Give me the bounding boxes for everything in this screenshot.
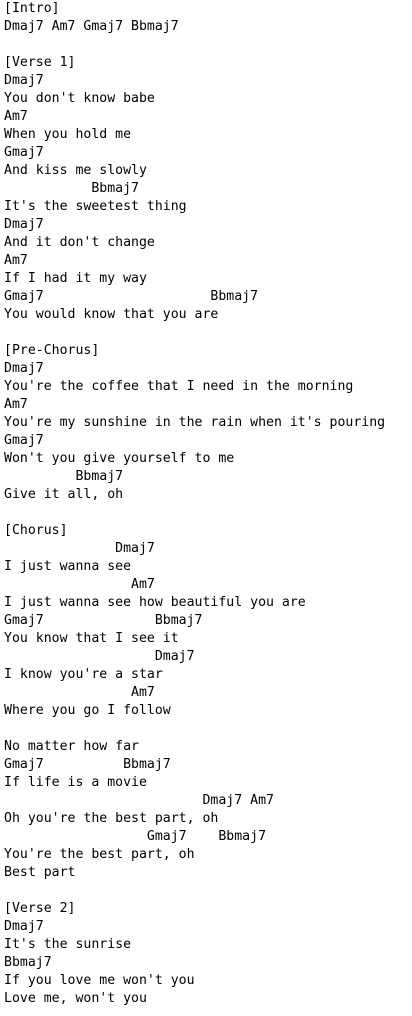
section-heading: [Chorus]: [4, 523, 68, 538]
chord-line: Gmaj7 Bbmaj7: [4, 289, 259, 304]
section-heading: [Verse 2]: [4, 901, 76, 916]
chord-line: Am7: [4, 577, 155, 592]
lyric-line: Won't you give yourself to me: [4, 451, 235, 466]
lyric-line: No matter how far: [4, 739, 139, 754]
chord-line: Am7: [4, 253, 28, 268]
lyric-line: I know you're a star: [4, 667, 163, 682]
lyric-line: You know that I see it: [4, 631, 179, 646]
lyric-line: I just wanna see how beautiful you are: [4, 595, 306, 610]
lyric-line: If I had it my way: [4, 271, 147, 286]
chord-sheet: [Intro] Dmaj7 Am7 Gmaj7 Bbmaj7 [Verse 1] Dm…: [4, 0, 412, 1008]
section-heading: [Pre-Chorus]: [4, 343, 100, 358]
lyric-line: Oh you're the best part, oh: [4, 811, 219, 826]
lyric-line: When you hold me: [4, 127, 132, 142]
chord-line: Am7: [4, 397, 28, 412]
lyric-line: You don't know babe: [4, 91, 155, 106]
chord-line: Gmaj7: [4, 145, 44, 160]
lyric-line: And it don't change: [4, 235, 155, 250]
lyric-line: Love me, won't you: [4, 991, 147, 1006]
chord-line: Dmaj7 Am7 Gmaj7 Bbmaj7: [4, 19, 179, 34]
lyric-line: And kiss me slowly: [4, 163, 147, 178]
chord-line: Am7: [4, 109, 28, 124]
section-heading: [Intro]: [4, 1, 60, 16]
chord-line: Dmaj7: [4, 919, 44, 934]
lyric-line: Where you go I follow: [4, 703, 171, 718]
section-heading: [Verse 1]: [4, 55, 76, 70]
chord-line: Bbmaj7: [4, 955, 52, 970]
lyric-line: You're the best part, oh: [4, 847, 195, 862]
lyric-line: You would know that you are: [4, 307, 219, 322]
chord-line: Dmaj7: [4, 649, 195, 664]
chord-line: Gmaj7: [4, 433, 44, 448]
lyric-line: I just wanna see: [4, 559, 132, 574]
chord-line: Gmaj7 Bbmaj7: [4, 757, 171, 772]
chord-line: Gmaj7 Bbmaj7: [4, 613, 203, 628]
chord-line: Dmaj7: [4, 73, 44, 88]
chord-line: Bbmaj7: [4, 181, 139, 196]
chord-line: Gmaj7 Bbmaj7: [4, 829, 267, 844]
chord-line: Dmaj7: [4, 217, 44, 232]
lyric-line: You're the coffee that I need in the mor…: [4, 379, 354, 394]
lyric-line: If life is a movie: [4, 775, 147, 790]
chord-line: Am7: [4, 685, 155, 700]
lyric-line: It's the sunrise: [4, 937, 132, 952]
chord-line: Bbmaj7: [4, 469, 124, 484]
chord-line: Dmaj7: [4, 541, 155, 556]
lyric-line: If you love me won't you: [4, 973, 195, 988]
lyric-line: It's the sweetest thing: [4, 199, 187, 214]
lyric-line: Best part: [4, 865, 76, 880]
chord-line: Dmaj7 Am7: [4, 793, 274, 808]
lyric-line: Give it all, oh: [4, 487, 124, 502]
lyric-line: You're my sunshine in the rain when it's…: [4, 415, 386, 430]
chord-line: Dmaj7: [4, 361, 44, 376]
